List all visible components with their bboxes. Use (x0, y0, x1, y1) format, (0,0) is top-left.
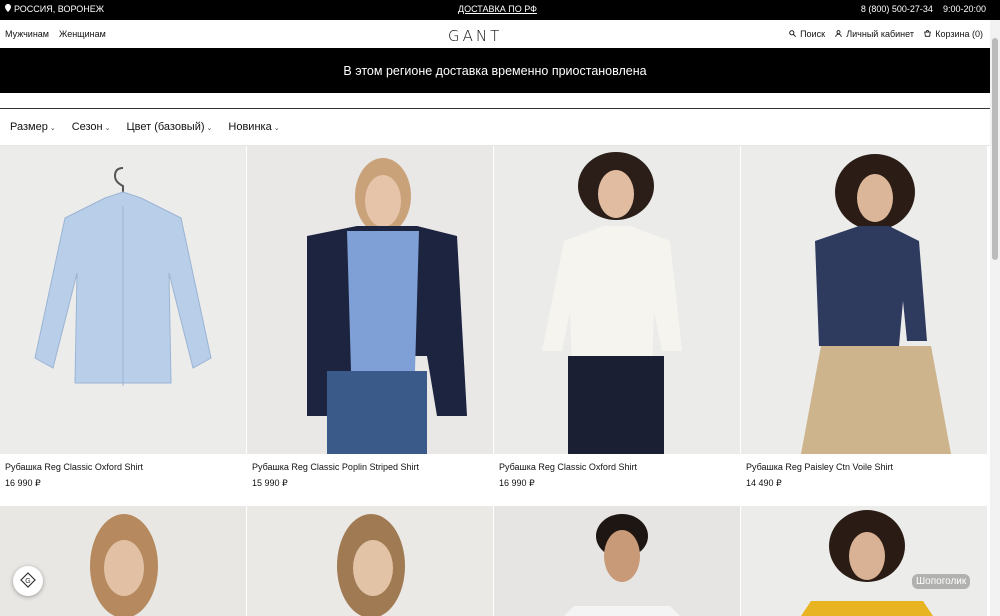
shipping-link[interactable]: ДОСТАВКА ПО РФ (458, 4, 537, 14)
filter-color-label: Цвет (базовый) (126, 121, 205, 133)
location-selector[interactable]: РОССИЯ, ВОРОНЕЖ (5, 4, 104, 14)
product-image[interactable] (0, 506, 246, 616)
product-price: 15 990 ₽ (252, 478, 288, 488)
product-name[interactable]: Рубашка Reg Paisley Ctn Voile Shirt (746, 462, 893, 472)
product-price: 16 990 ₽ (499, 478, 535, 488)
main-nav: Мужчинам Женщинам GANT Поиск Личный каби… (0, 20, 1000, 48)
watermark: Шопоголик (912, 574, 971, 589)
filter-season-label: Сезон (71, 121, 103, 133)
nav-women[interactable]: Женщинам (59, 29, 106, 39)
chevron-down-icon: ⌄ (49, 125, 56, 132)
search-icon (789, 30, 798, 39)
product-image[interactable] (247, 146, 493, 454)
chevron-down-icon: ⌄ (206, 125, 213, 132)
product-card[interactable] (247, 506, 493, 616)
product-name[interactable]: Рубашка Reg Classic Oxford Shirt (499, 462, 637, 472)
gant-floating-button[interactable]: G (13, 566, 43, 596)
filter-size-label: Размер (10, 121, 48, 133)
product-card[interactable] (0, 506, 246, 616)
product-card[interactable] (494, 506, 740, 616)
gant-logo[interactable]: GANT (448, 27, 502, 45)
user-icon (835, 30, 844, 39)
page-scrollbar[interactable] (990, 20, 1000, 616)
product-card[interactable]: Рубашка Reg Classic Poplin Striped Shirt… (247, 146, 493, 488)
phone-number[interactable]: 8 (800) 500-27-34 (861, 4, 933, 14)
product-name[interactable]: Рубашка Reg Classic Poplin Striped Shirt (252, 462, 419, 472)
working-hours: 9:00-20:00 (942, 4, 986, 14)
filter-bar: Размер ⌄ Сезон ⌄ Цвет (базовый) ⌄ Новинка ⌄ (10, 121, 280, 133)
chevron-down-icon: ⌄ (273, 125, 280, 132)
filter-season[interactable]: Сезон ⌄ (72, 121, 111, 133)
gant-g-icon: G (20, 571, 36, 591)
banner-text: В этом регионе доставка временно приоста… (343, 63, 647, 78)
account-label: Личный кабинет (846, 29, 914, 39)
filter-size[interactable]: Размер ⌄ (10, 121, 56, 133)
location-label: РОССИЯ, ВОРОНЕЖ (14, 4, 105, 14)
filter-new[interactable]: Новинка ⌄ (228, 121, 279, 133)
account-link[interactable]: Личный кабинет (835, 29, 914, 39)
product-image[interactable] (494, 506, 740, 616)
product-image[interactable] (741, 506, 987, 616)
product-image[interactable] (247, 506, 493, 616)
product-image[interactable] (494, 146, 740, 454)
filter-color[interactable]: Цвет (базовый) ⌄ (127, 121, 213, 133)
cart-link[interactable]: Корзина (0) (924, 29, 983, 39)
delivery-notice-banner: В этом регионе доставка временно приоста… (0, 48, 990, 93)
product-price: 14 490 ₽ (746, 478, 782, 488)
product-card[interactable]: Рубашка Reg Classic Oxford Shirt 16 990 … (494, 146, 740, 488)
product-card[interactable] (741, 506, 987, 616)
search-label: Поиск (800, 29, 826, 39)
location-pin-icon (5, 4, 11, 14)
search-link[interactable]: Поиск (789, 29, 825, 39)
product-card[interactable]: Рубашка Reg Classic Oxford Shirt 16 990 … (0, 146, 246, 488)
product-price: 16 990 ₽ (5, 478, 41, 488)
product-name[interactable]: Рубашка Reg Classic Oxford Shirt (5, 462, 143, 472)
svg-text:G: G (25, 578, 30, 585)
chevron-down-icon: ⌄ (104, 125, 111, 132)
product-image[interactable] (0, 146, 246, 454)
nav-men[interactable]: Мужчинам (5, 29, 49, 39)
cart-label: Корзина (0) (935, 29, 983, 39)
product-image[interactable] (741, 146, 987, 454)
header-divider (0, 108, 990, 109)
filter-new-label: Новинка (228, 121, 272, 133)
contact-info: 8 (800) 500-27-34 9:00-20:00 (861, 4, 986, 14)
scrollbar-thumb[interactable] (992, 38, 998, 260)
top-bar: РОССИЯ, ВОРОНЕЖ ДОСТАВКА ПО РФ 8 (800) 5… (0, 0, 1000, 20)
product-card[interactable]: Рубашка Reg Paisley Ctn Voile Shirt 14 4… (741, 146, 987, 488)
cart-icon (924, 29, 933, 39)
